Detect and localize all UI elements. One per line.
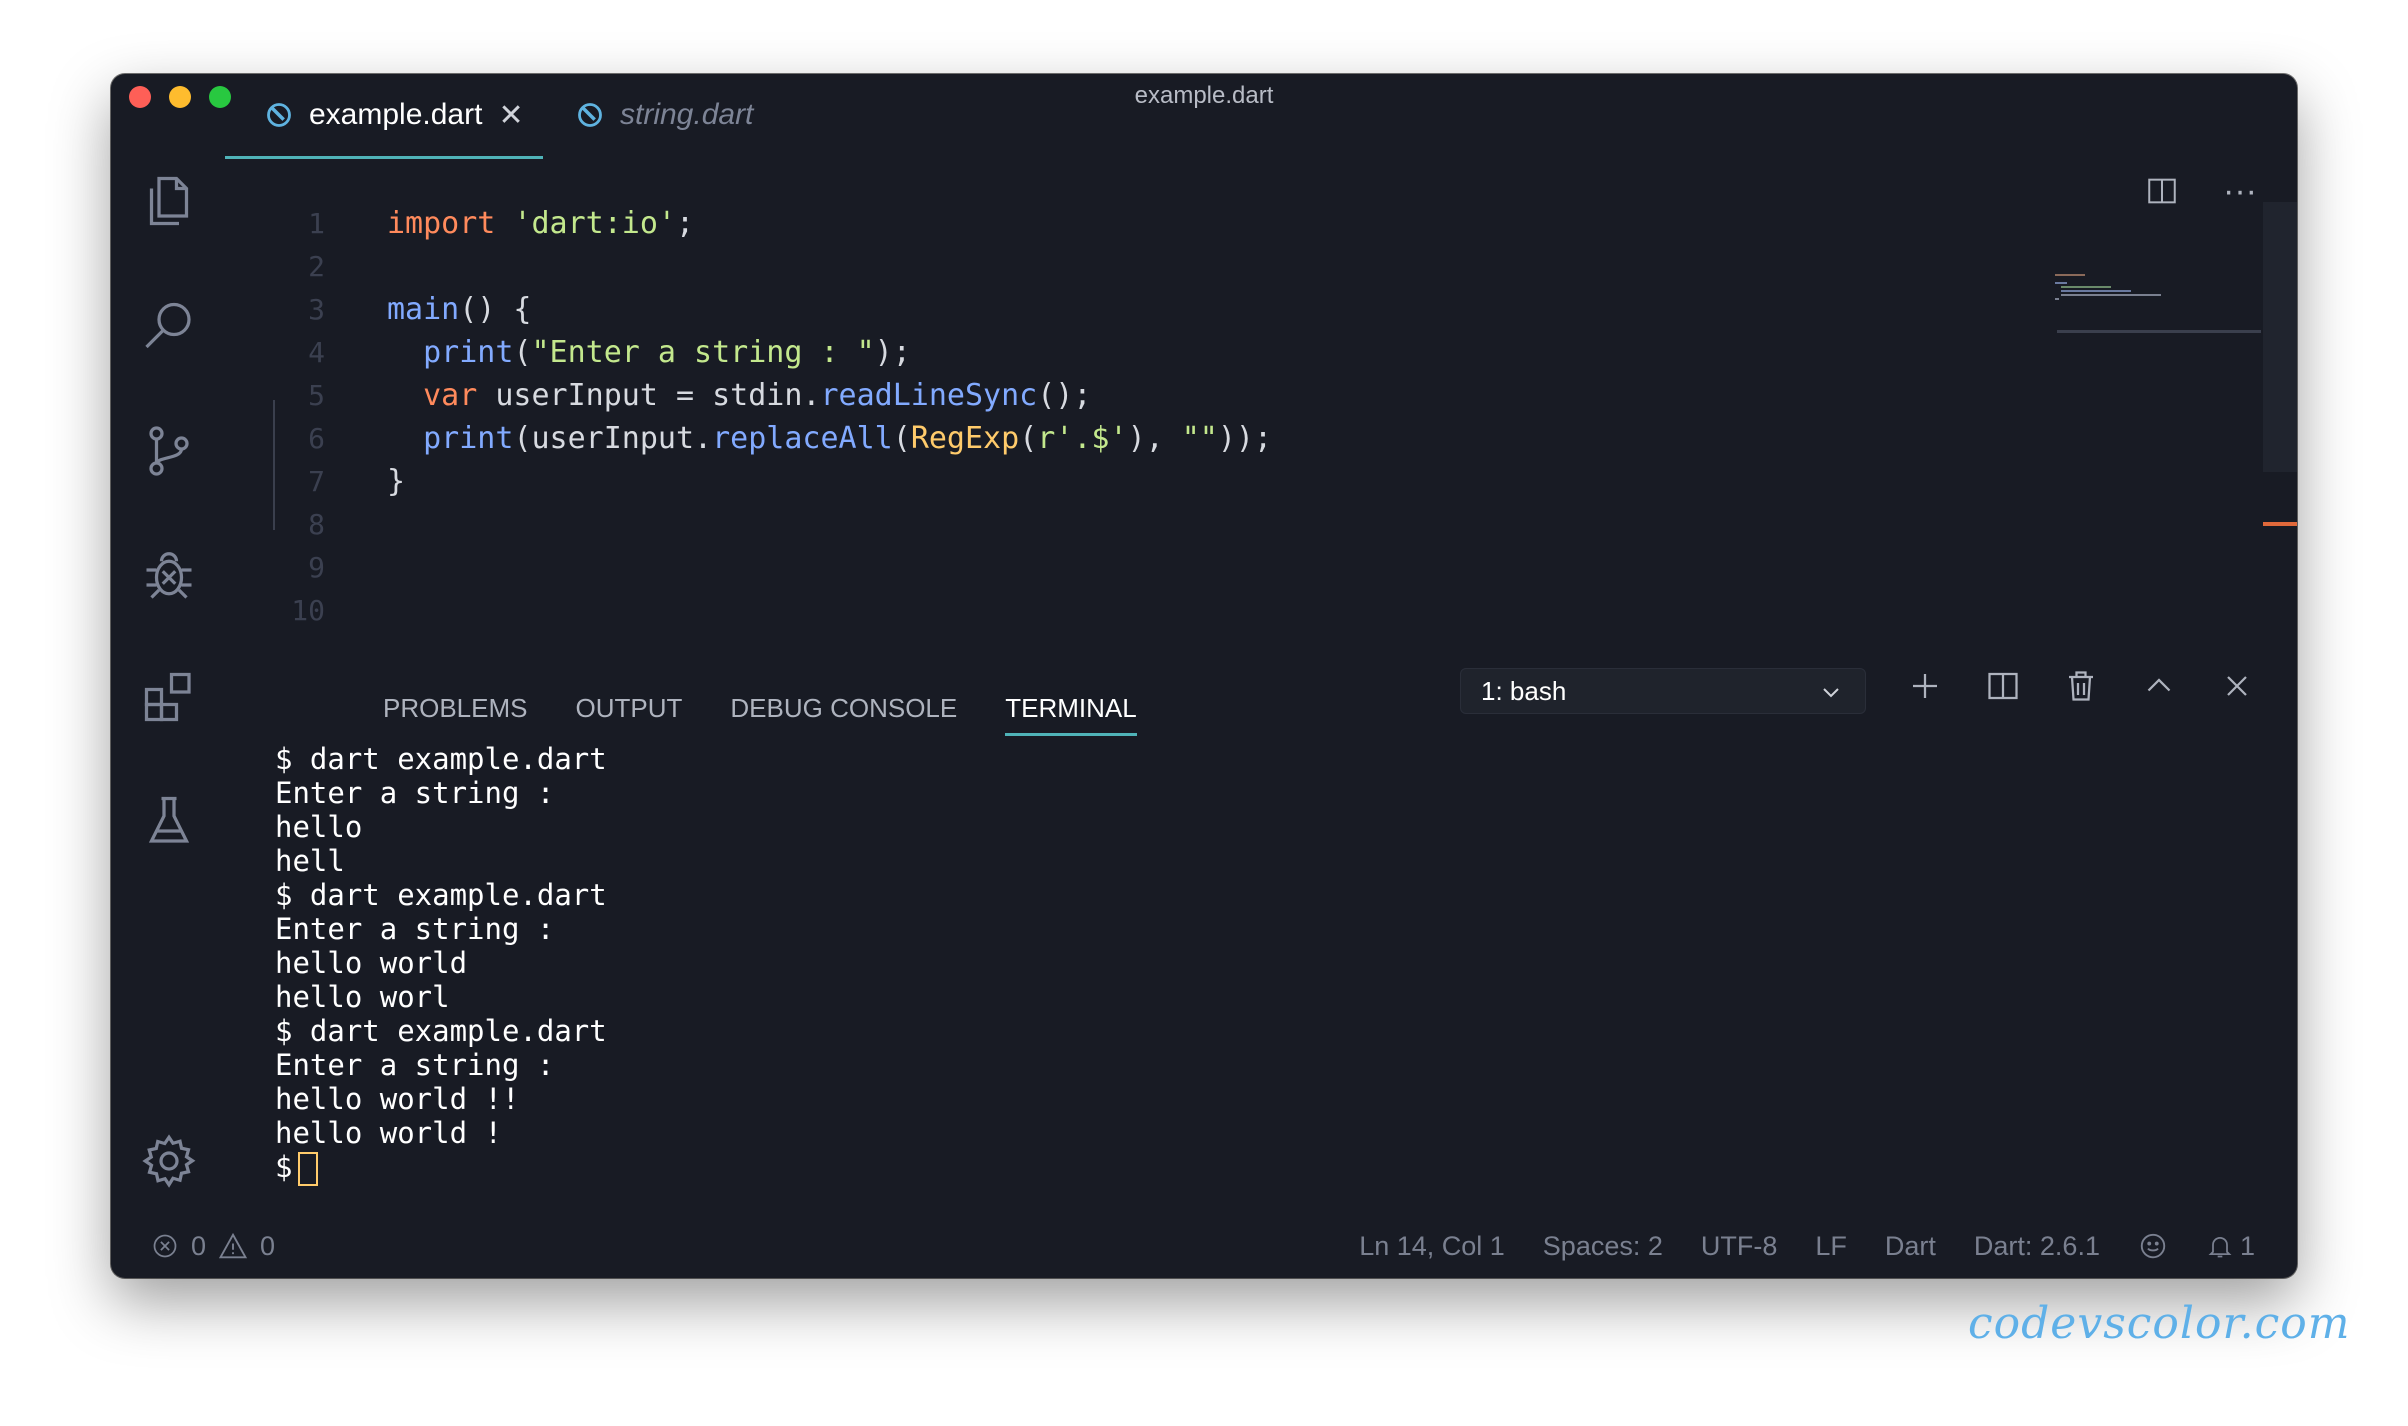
chevron-down-icon [1823,688,1839,698]
new-terminal-icon[interactable] [1907,668,1943,704]
search-icon[interactable] [136,294,202,360]
code-line: print(userInput.replaceAll(RegExp(r'.$')… [423,421,1273,456]
terminal-output[interactable]: $ dart example.dart Enter a string : hel… [275,742,607,1186]
code-line: } [387,464,406,499]
indentation[interactable]: Spaces: 2 [1543,1231,1663,1262]
status-bar: 0 0 Ln 14, Col 1 Spaces: 2 UTF-8 LF Dart… [111,1214,2297,1278]
terminal-line: hello world ! [275,1116,502,1150]
close-panel-icon[interactable] [2219,668,2255,704]
line-number: 5 [308,379,325,412]
line-number: 9 [308,551,325,584]
tab-output[interactable]: OUTPUT [576,680,683,736]
code-line: print("Enter a string : "); [423,335,911,370]
panel-tab-bar: PROBLEMS OUTPUT DEBUG CONSOLE TERMINAL [383,680,1137,736]
status-right: Ln 14, Col 1 Spaces: 2 UTF-8 LF Dart Dar… [1359,1214,2255,1278]
line-number: 10 [291,594,325,627]
warning-count: 0 [260,1230,276,1261]
split-editor-icon[interactable] [2145,174,2179,208]
terminal-select[interactable]: 1: bash [1460,668,1866,714]
feedback-smiley-icon[interactable] [2138,1231,2168,1261]
line-number: 7 [308,465,325,498]
end-of-line[interactable]: LF [1815,1231,1847,1262]
minimize-window-button[interactable] [169,86,191,108]
terminal-line: hello world [275,946,468,980]
terminal-line: $ dart example.dart [275,742,607,776]
terminal-line: $ dart example.dart [275,878,607,912]
chevron-up-icon[interactable] [2141,668,2177,704]
tab-debug-console[interactable]: DEBUG CONSOLE [730,680,957,736]
line-number: 3 [308,293,325,326]
terminal-line: Enter a string : [275,912,555,946]
language-mode[interactable]: Dart [1885,1231,1936,1262]
dart-file-icon [578,103,602,127]
warning-icon [218,1232,248,1259]
terminal-select-value: 1: bash [1481,675,1567,706]
terminal-prompt: $ [275,1150,293,1184]
window-title: example.dart [1134,82,1274,109]
tab-string-dart[interactable]: string.dart [576,74,753,156]
code-line: var userInput = stdin.readLineSync(); [423,378,1092,413]
terminal-line: Enter a string : [275,776,555,810]
terminal-prompt-line: $ [275,1150,607,1186]
error-count: 0 [191,1230,207,1261]
panel-actions [1907,668,2255,704]
terminal-line: $ dart example.dart [275,1014,607,1048]
files-icon[interactable] [136,168,202,234]
bell-icon [2208,1236,2232,1258]
tab-example-dart[interactable]: example.dart ✕ [225,74,543,159]
line-number: 4 [308,336,325,369]
editor-window: example.dart example.dart ✕ string.dart … [111,74,2297,1278]
watermark: codevscolor.com [1968,1298,2351,1349]
line-number: 2 [308,250,325,283]
activity-bar [111,118,225,1214]
terminal-cursor [298,1152,319,1186]
line-number: 8 [308,508,325,541]
minimap-preview [2055,274,2161,300]
terminal-line: Enter a string : [275,1048,555,1082]
tab-label: string.dart [620,98,754,131]
editor-actions: ··· [2145,174,2257,208]
terminal-line: hell [275,844,345,878]
code-line: import 'dart:io'; [387,206,695,241]
split-terminal-icon[interactable] [1985,668,2021,704]
terminal-line: hello world !! [275,1082,520,1116]
minimap-viewport [2057,330,2261,333]
encoding[interactable]: UTF-8 [1701,1231,1778,1262]
notifications[interactable]: 1 [2206,1231,2255,1262]
extensions-icon[interactable] [136,664,202,730]
editor-scrollbar[interactable] [2263,202,2297,472]
error-icon [153,1234,177,1258]
tab-terminal[interactable]: TERMINAL [1005,680,1137,736]
close-window-button[interactable] [129,86,151,108]
debug-icon[interactable] [136,542,202,608]
trash-icon[interactable] [2063,668,2099,704]
terminal-line: hello worl [275,980,450,1014]
dart-file-icon [267,103,291,127]
notification-count: 1 [2239,1230,2255,1261]
gear-icon[interactable] [136,1128,202,1194]
cursor-position[interactable]: Ln 14, Col 1 [1359,1231,1505,1262]
source-control-icon[interactable] [136,418,202,484]
code-line: main() { [387,292,532,327]
close-tab-icon[interactable]: ✕ [498,98,523,133]
tab-label: example.dart [309,98,483,131]
tab-problems[interactable]: PROBLEMS [383,680,528,736]
line-number: 6 [308,422,325,455]
terminal-line: hello [275,810,363,844]
problems-status[interactable]: 0 0 [151,1214,275,1278]
sdk-version[interactable]: Dart: 2.6.1 [1974,1231,2100,1262]
testing-icon[interactable] [136,788,202,854]
line-number: 1 [308,207,325,240]
scrollbar-marker [2263,522,2297,526]
more-actions-icon[interactable]: ··· [2223,174,2257,208]
